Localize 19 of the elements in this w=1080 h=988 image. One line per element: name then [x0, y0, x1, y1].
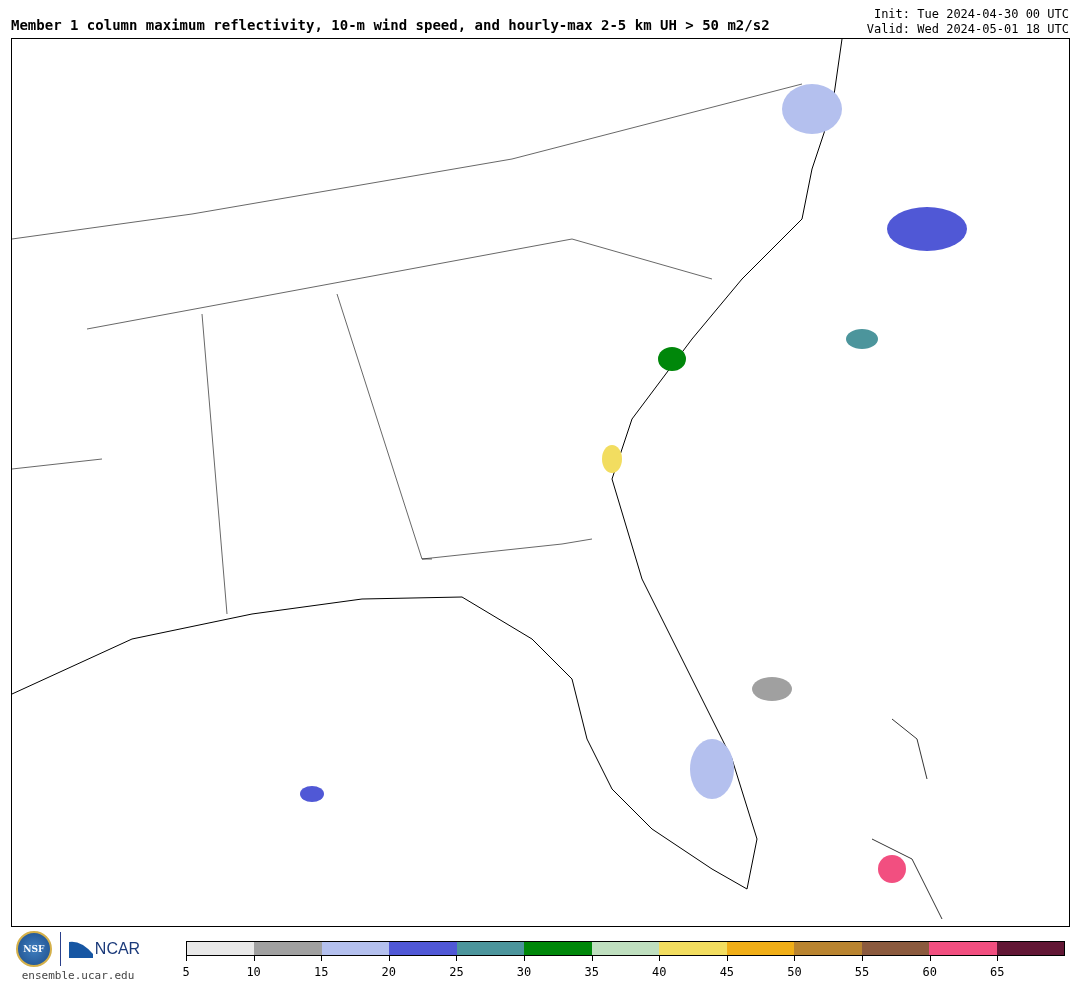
website-url: ensemble.ucar.edu — [21, 969, 135, 982]
scale-tick-label: 55 — [854, 965, 870, 979]
scale-tick-label: 50 — [787, 965, 802, 979]
scale-tick-label: 30 — [516, 965, 532, 979]
scale-tick-label: 10 — [246, 965, 261, 979]
scale-tick-label: 65 — [990, 965, 1005, 979]
scale-tick-label: 20 — [381, 965, 397, 979]
valid-time: Valid: Wed 2024-05-01 18 UTC — [866, 22, 1069, 37]
nsf-logo: NSF — [15, 931, 52, 967]
scale-tick-label: 15 — [314, 965, 329, 979]
scale-tick-label: 5 — [182, 965, 190, 979]
init-time: Init: Tue 2024-04-30 00 UTC — [873, 7, 1069, 22]
scale-tick-label: 25 — [449, 965, 464, 979]
scale-tick-label: 60 — [922, 965, 937, 979]
scale-tick-label: 45 — [719, 965, 735, 979]
scale-tick-label: 40 — [652, 965, 667, 979]
ncar-logo: NCAR — [68, 940, 141, 958]
scale-tick-label: 35 — [584, 965, 599, 979]
chart-title: Member 1 column maximum reflectivity, 10-m wind speed, and hourly-max 2-5 km UH > 50 m2/s2 — [11, 17, 770, 35]
